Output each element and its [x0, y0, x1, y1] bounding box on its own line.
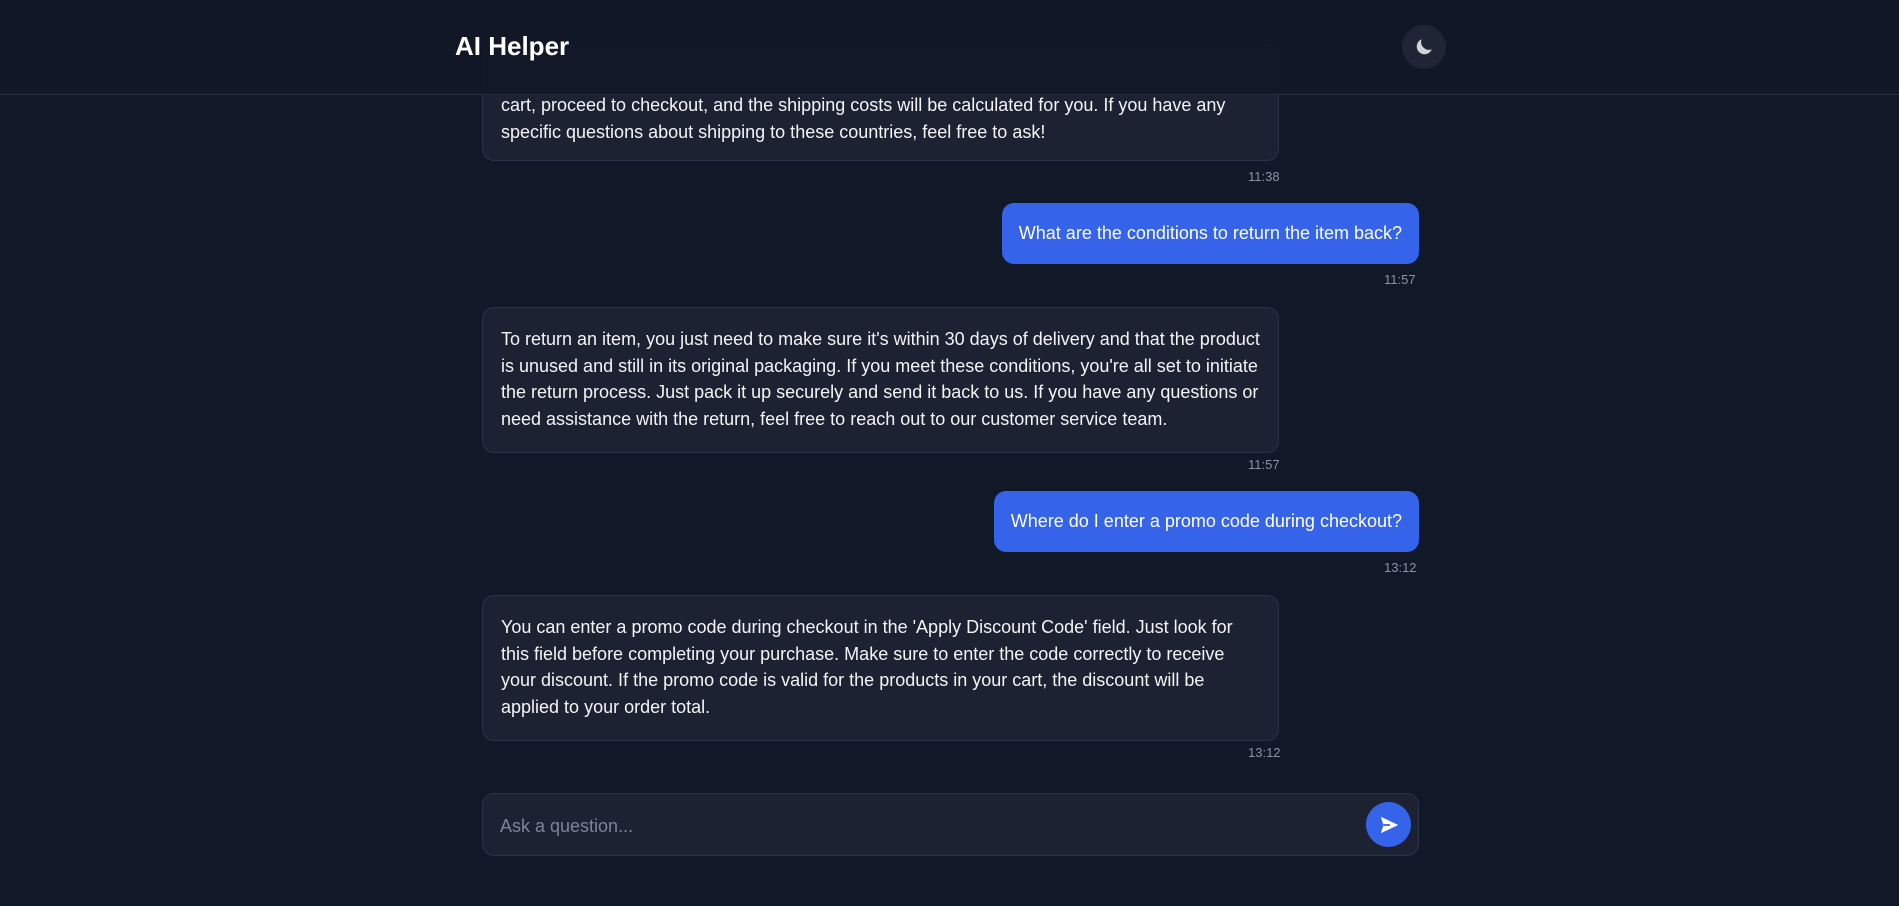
user-message-text: What are the conditions to return the it… — [1018, 223, 1402, 244]
send-icon — [1380, 816, 1398, 833]
message-timestamp: 11:57 — [1384, 272, 1416, 287]
assistant-message: To return an item, you just need to make… — [482, 307, 1279, 453]
theme-toggle-button[interactable] — [1402, 25, 1446, 69]
chat-scroll-area[interactable]: cart, proceed to checkout, and the shipp… — [0, 0, 1899, 906]
message-timestamp: 13:12 — [1384, 560, 1417, 575]
assistant-message-text: cart, proceed to checkout, and the shipp… — [501, 95, 1226, 142]
user-message-text: Where do I enter a promo code during che… — [1010, 511, 1402, 532]
question-input[interactable] — [500, 812, 1330, 840]
message-timestamp: 13:12 — [1248, 745, 1281, 760]
user-message: What are the conditions to return the it… — [1001, 203, 1419, 264]
send-button[interactable] — [1366, 802, 1411, 847]
assistant-message-text: You can enter a promo code during checko… — [501, 617, 1233, 717]
assistant-message-text: To return an item, you just need to make… — [501, 329, 1260, 429]
moon-icon — [1416, 39, 1432, 55]
message-timestamp: 11:38 — [1248, 169, 1280, 184]
app-title: AI Helper — [455, 31, 570, 61]
app-header: AI Helper — [0, 0, 1899, 95]
message-composer — [482, 793, 1419, 856]
message-timestamp: 11:57 — [1248, 457, 1280, 472]
user-message: Where do I enter a promo code during che… — [993, 491, 1419, 552]
assistant-message: You can enter a promo code during checko… — [482, 595, 1279, 741]
